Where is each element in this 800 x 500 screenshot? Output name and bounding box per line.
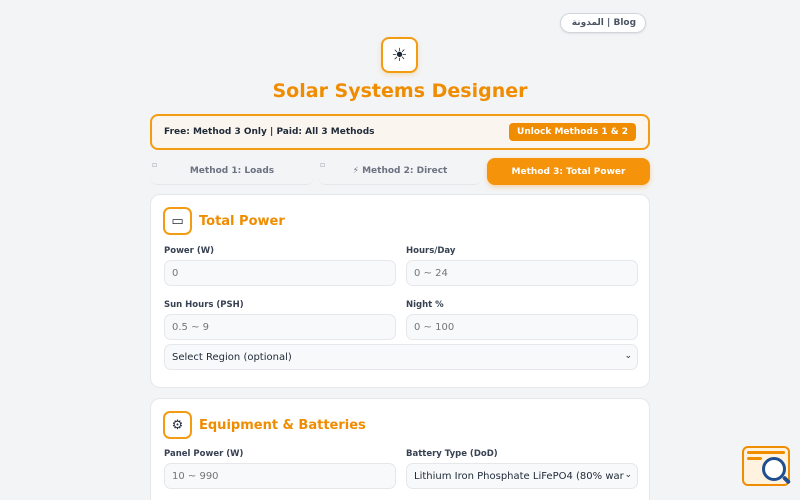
panel-power-input[interactable]: [164, 463, 396, 489]
battery-type-select[interactable]: Lithium Iron Phosphate LiFePO4 (80% warr…: [406, 463, 638, 489]
battery-type-label: Battery Type (DoD): [406, 449, 498, 459]
equipment-header: ⚙ Equipment & Batteries: [163, 411, 366, 439]
equipment-card: ⚙ Equipment & Batteries Panel Power (W) …: [150, 398, 650, 500]
search-assistant-button[interactable]: [742, 446, 792, 486]
hours-label: Hours/Day: [406, 246, 456, 256]
blog-link[interactable]: المدونة | Blog: [560, 13, 646, 33]
total-power-title: Total Power: [199, 213, 285, 229]
tab-method-2-label: ⚡ Method 2: Direct: [352, 166, 448, 176]
plug-icon: ▭: [163, 207, 192, 235]
list-icon: ▫: [152, 160, 158, 169]
gear-icon: ⚙: [163, 411, 192, 439]
total-power-card: ▭ Total Power Power (W) Hours/Day Sun Ho…: [150, 194, 650, 388]
power-input[interactable]: [164, 260, 396, 286]
menu-line: [747, 457, 762, 460]
tab-method-1[interactable]: ▫ Method 1: Loads: [150, 158, 314, 185]
power-label: Power (W): [164, 246, 214, 256]
magnifier-handle: [781, 475, 792, 485]
unlock-methods-button[interactable]: Unlock Methods 1 & 2: [509, 123, 636, 141]
panel-power-label: Panel Power (W): [164, 449, 244, 459]
equipment-title: Equipment & Batteries: [199, 417, 366, 433]
menu-line: [747, 451, 785, 454]
tab-method-3[interactable]: Method 3: Total Power: [487, 158, 650, 185]
sun-hours-input[interactable]: [164, 314, 396, 340]
chevron-down-icon: ⌄: [624, 470, 632, 480]
night-label: Night %: [406, 300, 444, 310]
sun-hours-label: Sun Hours (PSH): [164, 300, 244, 310]
unlock-methods-label: Unlock Methods 1 & 2: [517, 127, 628, 137]
battery-type-value: Lithium Iron Phosphate LiFePO4 (80% warr: [414, 470, 628, 482]
bolt-icon: ▫: [320, 160, 326, 169]
sun-icon: ☀: [381, 37, 418, 73]
night-input[interactable]: [406, 314, 638, 340]
page-title: Solar Systems Designer: [272, 80, 528, 102]
tab-method-1-label: Method 1: Loads: [189, 166, 275, 176]
promo-text: Free: Method 3 Only | Paid: All 3 Method…: [164, 127, 375, 137]
hours-input[interactable]: [406, 260, 638, 286]
region-select-value: Select Region (optional): [172, 351, 292, 363]
blog-link-label: المدونة | Blog: [569, 18, 637, 28]
tab-method-3-label: Method 3: Total Power: [511, 166, 626, 177]
method-tabs: ▫ Method 1: Loads ▫ ⚡ Method 2: Direct M…: [150, 158, 650, 185]
tab-method-2[interactable]: ▫ ⚡ Method 2: Direct: [318, 158, 482, 185]
total-power-header: ▭ Total Power: [163, 207, 285, 235]
chevron-down-icon: ⌄: [624, 351, 632, 361]
promo-banner: Free: Method 3 Only | Paid: All 3 Method…: [150, 114, 650, 150]
region-select[interactable]: Select Region (optional) ⌄: [164, 344, 638, 370]
